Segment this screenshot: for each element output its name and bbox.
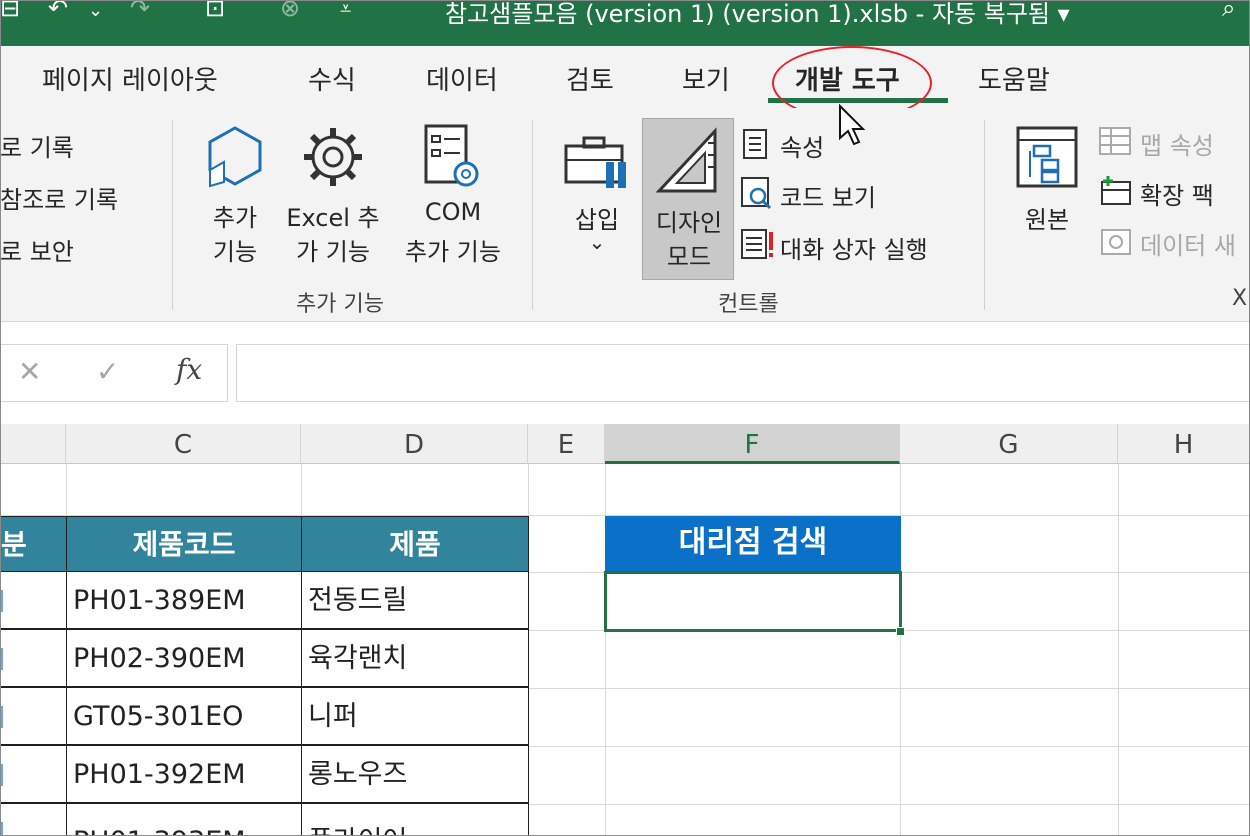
- excel-addins-label-1: Excel 추: [286, 204, 380, 232]
- cell-marker: [0, 764, 3, 786]
- macro-security-button[interactable]: 로 보안: [0, 232, 74, 267]
- design-mode-label-1: 디자인: [655, 209, 723, 237]
- mouse-cursor-icon: [839, 104, 866, 146]
- table-cell[interactable]: [0, 571, 67, 629]
- table-cell-code[interactable]: PH01-389EM: [66, 571, 302, 629]
- tab-data[interactable]: 데이터: [426, 60, 498, 97]
- table-cell-product[interactable]: 플라이어: [301, 803, 529, 836]
- record-macro-button[interactable]: 로 기록: [0, 128, 74, 163]
- addins-label-1: 추가: [212, 204, 258, 232]
- table-header-product-code[interactable]: 제품코드: [66, 516, 302, 572]
- search-input-cell[interactable]: [604, 571, 902, 632]
- map-properties-icon: [1099, 127, 1131, 155]
- xml-source-button[interactable]: 원본: [1010, 200, 1084, 235]
- controls-group-label: 컨트롤: [718, 292, 779, 317]
- table-cell[interactable]: [0, 745, 67, 803]
- tab-formulas[interactable]: 수식: [308, 60, 356, 97]
- design-mode-icon: [655, 127, 717, 193]
- redo-icon[interactable]: ↷: [130, 0, 150, 22]
- undo-dropdown-icon[interactable]: ⌄: [88, 0, 103, 21]
- properties-icon: [743, 129, 767, 159]
- search-icon[interactable]: ⌕: [1222, 0, 1235, 22]
- cell-marker: [0, 822, 3, 836]
- table-cell[interactable]: [0, 629, 67, 687]
- cancel-icon[interactable]: ✕: [18, 355, 41, 388]
- excel-addins-label-2: 가 기능: [296, 238, 370, 266]
- worksheet-grid: C D E F G H 분 제품코드 제품 PH01-389EM 전동드릴 PH…: [0, 424, 1250, 836]
- com-addins-label-1: COM: [424, 198, 482, 226]
- formula-buttons: ✕ ✓ fx: [0, 344, 228, 402]
- document-title: 참고샘플모음 (version 1) (version 1).xlsb - 자동…: [445, 0, 1070, 28]
- title-bar: ⊟ ↶ ⌄ ↷ ⊡ ⊗ ⩡ 참고샘플모음 (version 1) (versio…: [0, 0, 1250, 46]
- tab-page-layout[interactable]: 페이지 레이아웃: [42, 60, 218, 97]
- xml-source-icon: [1016, 126, 1078, 188]
- customize-qat-icon[interactable]: ⩡: [340, 0, 351, 20]
- xml-group-label: X: [1232, 286, 1248, 311]
- run-dialog-button[interactable]: 대화 상자 실행: [780, 230, 928, 265]
- column-header-b[interactable]: [0, 424, 66, 464]
- addins-label-2: 기능: [212, 238, 258, 266]
- table-cell-product[interactable]: 전동드릴: [301, 571, 529, 629]
- formula-input[interactable]: [236, 344, 1250, 402]
- cell-marker: [0, 590, 3, 612]
- table-header-product[interactable]: 제품: [301, 516, 529, 572]
- clear-format-icon[interactable]: ⊗: [280, 0, 300, 22]
- table-cell-product[interactable]: 육각랜치: [301, 629, 529, 687]
- cell-marker: [0, 648, 3, 670]
- column-header-f[interactable]: F: [605, 424, 900, 464]
- table-cell-code[interactable]: GT05-301EO: [66, 687, 302, 745]
- com-addins-icon: [424, 124, 479, 187]
- ribbon-tabs: 페이지 레이아웃 수식 데이터 검토 보기 개발 도구 도움말: [0, 46, 1250, 108]
- column-header-e[interactable]: E: [528, 424, 605, 464]
- addins-icon: [208, 126, 262, 188]
- refresh-data-icon: [1101, 229, 1131, 255]
- gear-icon: [304, 128, 362, 186]
- map-properties-button[interactable]: 맵 속성: [1140, 126, 1214, 161]
- table-cell-code[interactable]: PH01-393EM: [66, 803, 302, 836]
- group-separator: [984, 120, 985, 310]
- column-header-c[interactable]: C: [66, 424, 301, 464]
- refresh-data-button[interactable]: 데이터 새: [1140, 226, 1236, 261]
- fill-handle[interactable]: [896, 627, 905, 636]
- table-cell-product[interactable]: 롱노우즈: [301, 745, 529, 803]
- chevron-down-icon[interactable]: ⌄: [562, 230, 632, 254]
- cell-marker: [0, 706, 3, 728]
- insert-function-icon[interactable]: fx: [176, 353, 202, 386]
- expansion-packs-icon: [1101, 176, 1131, 205]
- addins-group-label: 추가 기능: [296, 292, 384, 317]
- toolbox-icon: [564, 136, 626, 188]
- enter-icon[interactable]: ✓: [96, 355, 119, 388]
- expansion-packs-button[interactable]: 확장 팩: [1140, 176, 1214, 211]
- view-code-button[interactable]: 코드 보기: [780, 178, 876, 213]
- table-cell[interactable]: [0, 687, 67, 745]
- view-code-icon: [741, 177, 772, 210]
- group-separator: [532, 120, 533, 310]
- com-addins-label-2: 추가 기능: [405, 238, 501, 266]
- column-header-g[interactable]: G: [900, 424, 1118, 464]
- table-header-category[interactable]: 분: [0, 516, 67, 572]
- column-header-d[interactable]: D: [301, 424, 528, 464]
- touch-mode-icon[interactable]: ⊡: [205, 0, 225, 22]
- design-mode-label-2: 모드: [666, 243, 712, 271]
- design-mode-button[interactable]: 디자인 모드: [642, 118, 734, 280]
- column-header-h[interactable]: H: [1118, 424, 1250, 464]
- tab-view[interactable]: 보기: [682, 60, 730, 97]
- group-separator: [172, 120, 173, 310]
- table-cell-code[interactable]: PH02-390EM: [66, 629, 302, 687]
- properties-button[interactable]: 속성: [780, 128, 824, 163]
- table-cell-product[interactable]: 니퍼: [301, 687, 529, 745]
- undo-icon[interactable]: ↶: [48, 0, 68, 22]
- save-icon[interactable]: ⊟: [0, 0, 20, 22]
- table-cell-code[interactable]: PH01-392EM: [66, 745, 302, 803]
- grid-line: [1118, 464, 1119, 836]
- tab-help[interactable]: 도움말: [978, 60, 1050, 97]
- table-cell[interactable]: [0, 803, 67, 836]
- tab-review[interactable]: 검토: [566, 60, 614, 97]
- formula-bar: ✕ ✓ fx: [0, 322, 1250, 424]
- ribbon: 로 기록 참조로 기록 로 보안 추가 기능 Excel 추 가 기능 COM …: [0, 108, 1250, 322]
- search-header: 대리점 검색: [605, 516, 901, 572]
- relative-reference-button[interactable]: 참조로 기록: [0, 180, 118, 215]
- run-dialog-icon: [741, 229, 773, 259]
